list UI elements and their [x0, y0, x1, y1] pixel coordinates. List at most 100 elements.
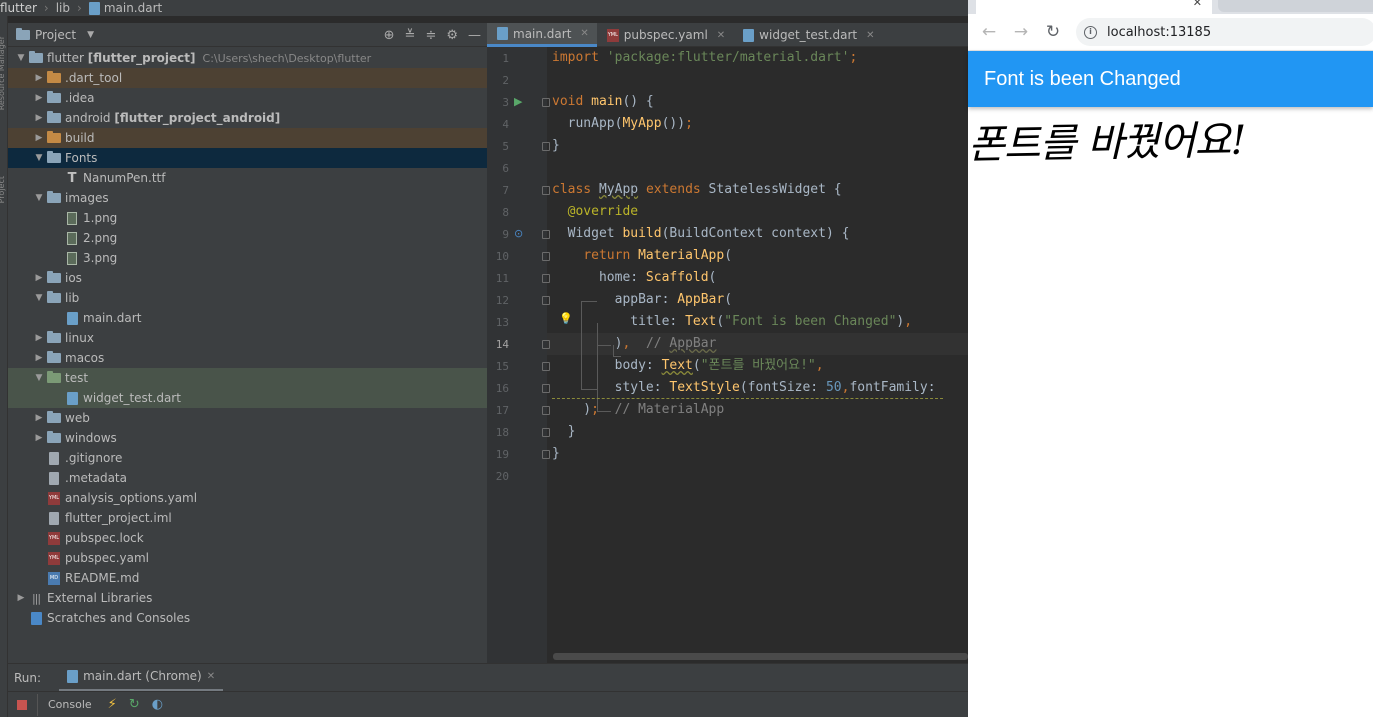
tree-item[interactable]: ▼ lib: [8, 288, 487, 308]
tree-item[interactable]: 1.png: [8, 208, 487, 228]
close-icon[interactable]: ✕: [866, 30, 874, 41]
tree-item[interactable]: ▶ android [flutter_project_android]: [8, 108, 487, 128]
tree-item-icon-wrap: YML: [46, 551, 62, 565]
chevron-down-icon[interactable]: ▼: [14, 53, 28, 63]
tree-item[interactable]: ▼ test: [8, 368, 487, 388]
fold-marker-icon[interactable]: [542, 98, 550, 107]
close-icon[interactable]: ✕: [580, 28, 588, 39]
chevron-right-icon[interactable]: ▶: [32, 433, 46, 443]
tree-item[interactable]: MD README.md: [8, 568, 487, 588]
fold-marker-icon[interactable]: [542, 406, 550, 415]
fold-marker-icon[interactable]: [542, 230, 550, 239]
tree-item[interactable]: ▶ web: [8, 408, 487, 428]
folder-icon: [47, 151, 61, 163]
gear-icon[interactable]: ⚙: [446, 28, 458, 43]
chevron-right-icon[interactable]: ▶: [32, 133, 46, 143]
folder-icon: [47, 271, 61, 283]
breadcrumb-item-lib[interactable]: lib: [56, 1, 70, 15]
tree-item[interactable]: .gitignore: [8, 448, 487, 468]
breadcrumb-item-flutter[interactable]: flutter: [0, 1, 37, 15]
tree-item[interactable]: T NanumPen.ttf: [8, 168, 487, 188]
chevron-right-icon[interactable]: ▶: [32, 353, 46, 363]
expand-all-icon[interactable]: ≚: [405, 28, 416, 43]
fold-marker-icon[interactable]: [542, 384, 550, 393]
tree-item[interactable]: widget_test.dart: [8, 388, 487, 408]
line-number: 2: [502, 74, 509, 87]
fold-marker-icon[interactable]: [542, 340, 550, 349]
horizontal-scrollbar[interactable]: [553, 653, 968, 660]
tree-item[interactable]: .metadata: [8, 468, 487, 488]
fold-marker-icon[interactable]: [542, 186, 550, 195]
locate-icon[interactable]: ⊕: [384, 28, 395, 43]
run-tab-main-dart[interactable]: main.dart (Chrome) ✕: [59, 664, 224, 692]
chevron-right-icon[interactable]: ▶: [32, 93, 46, 103]
site-info-icon[interactable]: i: [1084, 25, 1097, 39]
tree-item[interactable]: main.dart: [8, 308, 487, 328]
image-file-icon: [67, 231, 77, 245]
breadcrumb-item-main-dart[interactable]: main.dart: [88, 1, 162, 15]
back-icon[interactable]: ←: [978, 22, 1000, 42]
tree-item[interactable]: ▶ .dart_tool: [8, 68, 487, 88]
editor-tab[interactable]: widget_test.dart ✕: [733, 23, 882, 47]
tree-item-label: analysis_options.yaml: [65, 491, 198, 505]
chevron-down-icon[interactable]: ▼: [32, 293, 46, 303]
devtools-icon[interactable]: ◐: [152, 697, 163, 712]
browser-tab-inactive[interactable]: [1218, 0, 1373, 12]
browser-tab-active[interactable]: ✕: [976, 0, 1212, 14]
chevron-right-icon[interactable]: ▶: [32, 113, 46, 123]
address-bar[interactable]: i localhost:13185: [1076, 18, 1373, 46]
fold-marker-icon[interactable]: [542, 296, 550, 305]
chevron-right-icon[interactable]: ▶: [14, 593, 28, 603]
tree-item[interactable]: Scratches and Consoles: [8, 608, 487, 628]
chevron-down-icon[interactable]: ▼: [32, 193, 46, 203]
tree-item[interactable]: 3.png: [8, 248, 487, 268]
close-tab-icon[interactable]: ✕: [1193, 0, 1202, 9]
hot-restart-icon[interactable]: ↻: [129, 697, 140, 712]
tree-item[interactable]: ▶ ||| External Libraries: [8, 588, 487, 608]
collapse-all-icon[interactable]: ≑: [425, 28, 436, 43]
forward-icon[interactable]: →: [1010, 22, 1032, 42]
close-icon[interactable]: ✕: [207, 671, 215, 682]
lightbulb-icon[interactable]: 💡: [559, 312, 573, 325]
tree-item[interactable]: ▼ flutter [flutter_project] C:\Users\shech…: [8, 48, 487, 68]
minimize-icon[interactable]: —: [468, 28, 481, 43]
tree-item[interactable]: ▶ ios: [8, 268, 487, 288]
tree-item[interactable]: ▶ windows: [8, 428, 487, 448]
run-tab-label: main.dart (Chrome): [83, 669, 202, 683]
reload-icon[interactable]: ↻: [1042, 22, 1064, 42]
fold-marker-icon[interactable]: [542, 428, 550, 437]
chevron-down-icon[interactable]: ▼: [32, 153, 46, 163]
tree-item[interactable]: ▶ linux: [8, 328, 487, 348]
tree-item[interactable]: ▼ Fonts: [8, 148, 487, 168]
tree-item[interactable]: ▶ macos: [8, 348, 487, 368]
chevron-down-icon[interactable]: ▼: [32, 373, 46, 383]
breadcrumb-separator: ›: [77, 1, 82, 15]
fold-marker-icon[interactable]: [542, 274, 550, 283]
chevron-right-icon[interactable]: ▶: [32, 273, 46, 283]
tree-item[interactable]: flutter_project.iml: [8, 508, 487, 528]
run-gutter-icon[interactable]: ▶: [514, 95, 522, 108]
stop-icon[interactable]: [17, 699, 27, 710]
fold-marker-icon[interactable]: [542, 450, 550, 459]
project-view-selector[interactable]: Project ▼: [16, 27, 94, 42]
fold-marker-icon[interactable]: [542, 142, 550, 151]
editor-tab[interactable]: YML pubspec.yaml ✕: [597, 23, 733, 47]
chevron-right-icon[interactable]: ▶: [32, 333, 46, 343]
run-console-toolbar: Console ⚡ ↻ ◐: [8, 691, 968, 717]
hot-reload-icon[interactable]: ⚡: [108, 697, 117, 712]
tree-item[interactable]: ▶ .idea: [8, 88, 487, 108]
tree-item[interactable]: YML analysis_options.yaml: [8, 488, 487, 508]
console-tab[interactable]: Console: [48, 698, 92, 711]
override-gutter-icon[interactable]: ⊙: [514, 227, 523, 240]
tree-item[interactable]: YML pubspec.lock: [8, 528, 487, 548]
chevron-right-icon[interactable]: ▶: [32, 73, 46, 83]
tree-item[interactable]: ▶ build: [8, 128, 487, 148]
tree-item[interactable]: ▼ images: [8, 188, 487, 208]
tree-item[interactable]: YML pubspec.yaml: [8, 548, 487, 568]
tree-item[interactable]: 2.png: [8, 228, 487, 248]
chevron-right-icon[interactable]: ▶: [32, 413, 46, 423]
close-icon[interactable]: ✕: [717, 30, 725, 41]
editor-tab[interactable]: main.dart ✕: [487, 23, 597, 47]
fold-marker-icon[interactable]: [542, 252, 550, 261]
fold-marker-icon[interactable]: [542, 362, 550, 371]
